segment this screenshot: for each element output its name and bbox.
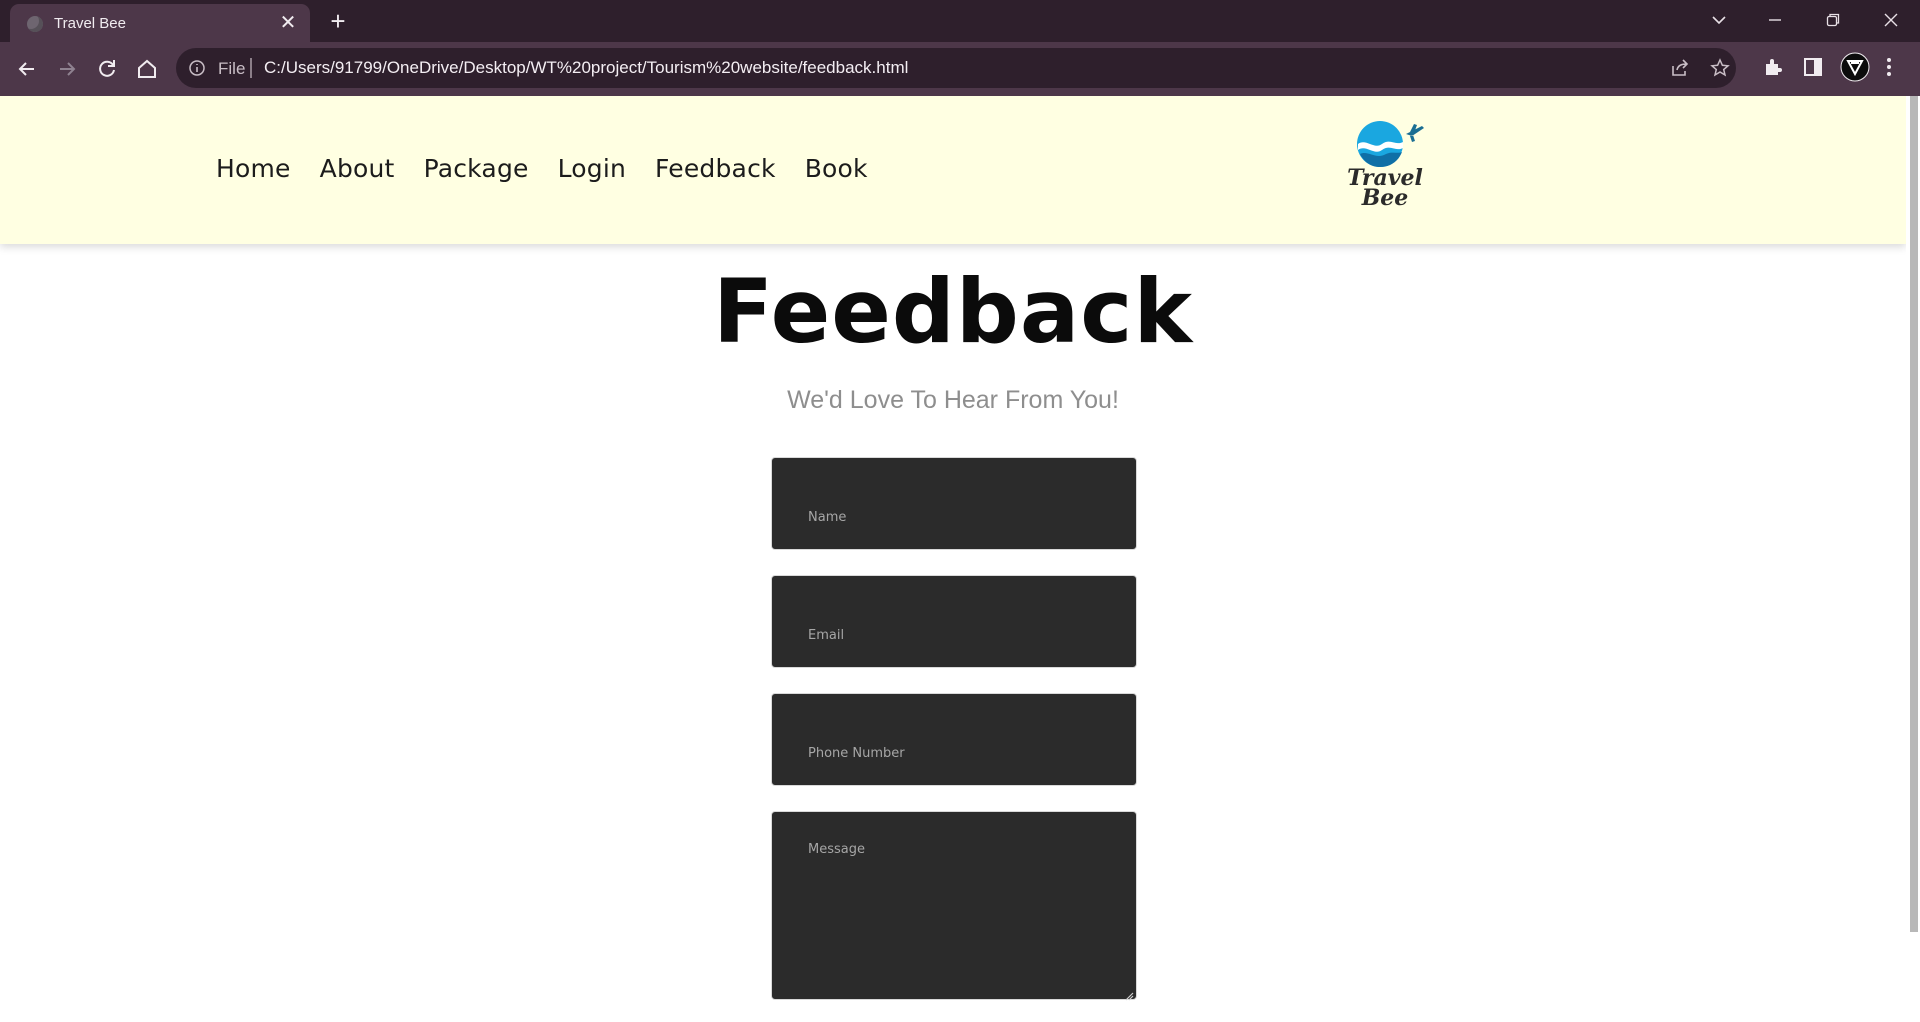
logo-wordmark: Travel Bee	[1340, 167, 1430, 211]
home-icon[interactable]	[134, 56, 160, 82]
menu-kebab-icon[interactable]	[1884, 56, 1894, 83]
tab-search-icon[interactable]	[1696, 0, 1742, 40]
site-header: Home About Package Login Feedback Book T…	[0, 96, 1906, 244]
travel-bee-logo[interactable]: Travel Bee	[1340, 120, 1430, 216]
page-scrollbar[interactable]	[1906, 96, 1920, 1022]
reload-icon[interactable]	[94, 56, 120, 82]
resize-grip-icon[interactable]	[1124, 988, 1134, 1006]
close-window-icon[interactable]	[1868, 0, 1914, 40]
tab-title: Travel Bee	[54, 15, 126, 32]
bookmark-star-icon[interactable]	[1710, 58, 1730, 83]
nav-login[interactable]: Login	[558, 154, 626, 183]
browser-toolbar: File C:/Users/91799/OneDrive/Desktop/WT%…	[0, 42, 1920, 96]
restore-icon[interactable]	[1810, 0, 1856, 40]
nav-about[interactable]: About	[320, 154, 395, 183]
globe-plane-icon	[1357, 121, 1424, 167]
new-tab-button[interactable]: +	[326, 8, 350, 34]
main-nav: Home About Package Login Feedback Book	[216, 154, 868, 183]
nav-home[interactable]: Home	[216, 154, 291, 183]
address-bar[interactable]: File C:/Users/91799/OneDrive/Desktop/WT%…	[176, 48, 1736, 88]
browser-tab[interactable]: Travel Bee ✕	[10, 4, 310, 42]
page-viewport: Home About Package Login Feedback Book T…	[0, 96, 1906, 1022]
globe-icon	[27, 16, 43, 32]
nav-feedback[interactable]: Feedback	[655, 154, 776, 183]
nav-package[interactable]: Package	[424, 154, 529, 183]
phone-field[interactable]	[771, 693, 1137, 786]
back-icon[interactable]	[14, 56, 40, 82]
page-subtitle: We'd Love To Hear From You!	[787, 386, 1119, 414]
share-icon[interactable]	[1670, 58, 1690, 83]
scheme-label: File	[218, 59, 246, 78]
browser-tab-bar: Travel Bee ✕ +	[0, 0, 1920, 42]
nav-book[interactable]: Book	[805, 154, 868, 183]
divider	[250, 58, 252, 78]
email-field[interactable]	[771, 575, 1137, 668]
logo-line-2: Bee	[1361, 185, 1409, 211]
extensions-icon[interactable]	[1762, 56, 1784, 83]
forward-icon[interactable]	[54, 56, 80, 82]
name-field[interactable]	[771, 457, 1137, 550]
minimize-icon[interactable]	[1752, 0, 1798, 40]
profile-avatar-icon[interactable]	[1840, 52, 1870, 87]
url-text[interactable]: C:/Users/91799/OneDrive/Desktop/WT%20pro…	[264, 58, 908, 78]
site-info-icon[interactable]	[188, 59, 206, 82]
tab-close-icon[interactable]: ✕	[278, 13, 298, 33]
scrollbar-thumb[interactable]	[1910, 96, 1918, 932]
side-panel-icon[interactable]	[1802, 56, 1824, 83]
message-field[interactable]	[771, 811, 1137, 1000]
page-title: Feedback	[713, 260, 1193, 363]
